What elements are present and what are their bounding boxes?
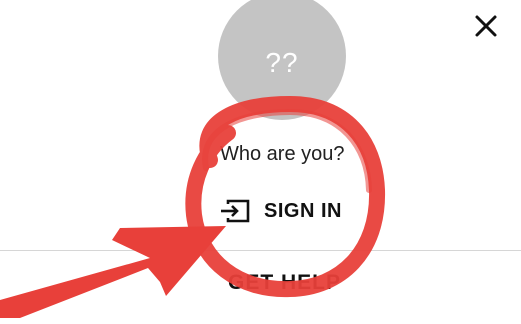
close-icon xyxy=(475,15,497,37)
get-help-label: GET HELP xyxy=(228,271,342,292)
sign-in-icon xyxy=(221,199,250,223)
close-button[interactable] xyxy=(468,8,504,44)
get-help-button[interactable]: GET HELP xyxy=(228,268,341,292)
sign-in-label: SIGN IN xyxy=(264,199,342,222)
avatar: ?? xyxy=(218,0,346,120)
sign-in-dialog: ?? Who are you? SIGN IN GET HELP xyxy=(0,0,521,324)
sign-in-button[interactable]: SIGN IN xyxy=(218,193,342,229)
who-are-you-prompt: Who are you? xyxy=(220,143,345,165)
highlight-arrow xyxy=(0,226,226,318)
avatar-placeholder-text: ?? xyxy=(265,47,299,78)
divider xyxy=(0,250,521,251)
